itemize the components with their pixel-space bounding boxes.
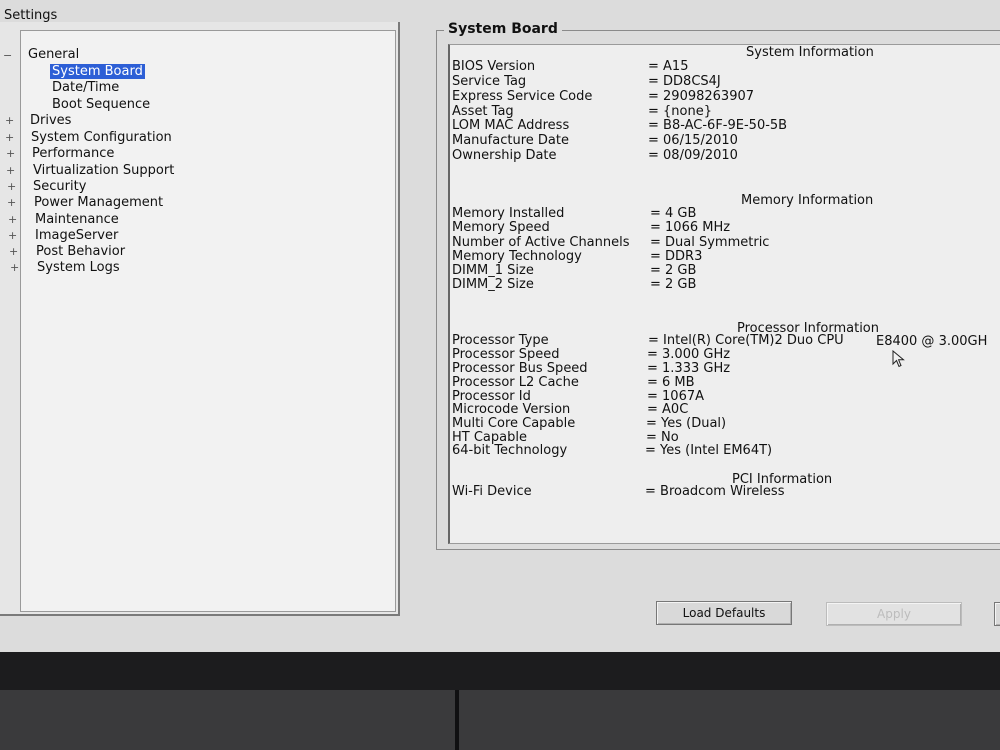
microcode-version-label: Microcode Version xyxy=(452,402,571,417)
processor-l2-cache-label: Processor L2 Cache xyxy=(452,375,579,390)
mouse-cursor-icon xyxy=(892,350,905,368)
tree-item-imageserver[interactable]: ImageServer xyxy=(35,228,118,243)
lom-mac-address-label: LOM MAC Address xyxy=(452,118,570,133)
dimm2-size-label: DIMM_2 Size xyxy=(452,277,534,292)
expand-icon[interactable]: + xyxy=(7,195,16,210)
memory-installed-label: Memory Installed xyxy=(452,206,565,221)
partial-button[interactable] xyxy=(994,602,1000,626)
processor-bus-speed-value: = 1.333 GHz xyxy=(647,361,731,376)
dimm1-size-label: DIMM_1 Size xyxy=(452,263,534,278)
tree-item-post-behavior[interactable]: Post Behavior xyxy=(36,244,125,259)
expand-icon[interactable]: + xyxy=(9,244,18,259)
processor-l2-cache-value: = 6 MB xyxy=(647,375,695,390)
tree-item-security[interactable]: Security xyxy=(33,179,86,194)
expand-icon[interactable]: + xyxy=(10,260,19,275)
tree-item-system-configuration[interactable]: System Configuration xyxy=(31,130,172,145)
active-channels-value: = Dual Symmetric xyxy=(650,235,770,250)
bios-screen: Settings − General System Board Date/Tim… xyxy=(0,0,1000,652)
tree-item-system-logs[interactable]: System Logs xyxy=(37,260,120,275)
processor-type-label: Processor Type xyxy=(452,333,549,348)
tree-item-general[interactable]: General xyxy=(28,47,79,62)
memory-speed-value: = 1066 MHz xyxy=(650,220,731,235)
tree-item-drives[interactable]: Drives xyxy=(30,113,71,128)
memory-technology-label: Memory Technology xyxy=(452,249,582,264)
desk-surface xyxy=(0,690,1000,750)
bios-version-value: = A15 xyxy=(648,59,689,74)
apply-button[interactable]: Apply xyxy=(826,602,962,626)
dimm1-size-value: = 2 GB xyxy=(650,263,697,278)
tree-item-performance[interactable]: Performance xyxy=(32,146,114,161)
expand-icon[interactable]: + xyxy=(6,146,15,161)
memory-info-heading: Memory Information xyxy=(741,193,874,208)
settings-title: Settings xyxy=(4,8,58,23)
service-tag-value: = DD8CS4J xyxy=(648,74,721,89)
manufacture-date-value: = 06/15/2010 xyxy=(648,133,738,148)
microcode-version-value: = A0C xyxy=(647,402,689,417)
active-channels-label: Number of Active Channels xyxy=(452,235,630,250)
multi-core-capable-value: = Yes (Dual) xyxy=(646,416,727,431)
dimm2-size-value: = 2 GB xyxy=(650,277,697,292)
asset-tag-value: = {none} xyxy=(648,104,712,119)
memory-speed-label: Memory Speed xyxy=(452,220,550,235)
expand-icon[interactable]: + xyxy=(6,163,15,178)
panel-title: System Board xyxy=(444,21,562,37)
ownership-date-value: = 08/09/2010 xyxy=(648,148,738,163)
tree-item-date-time[interactable]: Date/Time xyxy=(52,80,119,95)
expand-icon[interactable]: + xyxy=(8,228,17,243)
tree-item-virtualization-support[interactable]: Virtualization Support xyxy=(33,163,174,178)
express-service-code-label: Express Service Code xyxy=(452,89,593,104)
expand-icon[interactable]: + xyxy=(7,179,16,194)
processor-model-value: E8400 @ 3.00GH xyxy=(876,334,988,349)
asset-tag-label: Asset Tag xyxy=(452,104,514,119)
system-info-heading: System Information xyxy=(746,45,874,60)
service-tag-label: Service Tag xyxy=(452,74,527,89)
manufacture-date-label: Manufacture Date xyxy=(452,133,569,148)
load-defaults-button[interactable]: Load Defaults xyxy=(656,601,792,625)
collapse-icon[interactable]: − xyxy=(3,48,12,63)
memory-technology-value: = DDR3 xyxy=(650,249,703,264)
wifi-device-label: Wi-Fi Device xyxy=(452,484,532,499)
wifi-device-value: = Broadcom Wireless xyxy=(645,484,785,499)
tree-item-power-management[interactable]: Power Management xyxy=(34,195,163,210)
64bit-technology-label: 64-bit Technology xyxy=(452,443,568,458)
bios-version-label: BIOS Version xyxy=(452,59,536,74)
processor-speed-value: = 3.000 GHz xyxy=(647,347,731,362)
expand-icon[interactable]: + xyxy=(5,113,14,128)
expand-icon[interactable]: + xyxy=(8,212,17,227)
expand-icon[interactable]: + xyxy=(5,130,14,145)
processor-type-value: = Intel(R) Core(TM)2 Duo CPU xyxy=(648,333,844,348)
lom-mac-address-value: = B8-AC-6F-9E-50-5B xyxy=(648,118,788,133)
settings-tree[interactable] xyxy=(20,30,396,612)
ownership-date-label: Ownership Date xyxy=(452,148,557,163)
multi-core-capable-label: Multi Core Capable xyxy=(452,416,576,431)
memory-installed-value: = 4 GB xyxy=(650,206,697,221)
tree-item-system-board[interactable]: System Board xyxy=(50,64,145,79)
tree-item-boot-sequence[interactable]: Boot Sequence xyxy=(52,97,150,112)
express-service-code-value: = 29098263907 xyxy=(648,89,755,104)
processor-speed-label: Processor Speed xyxy=(452,347,560,362)
64bit-technology-value: = Yes (Intel EM64T) xyxy=(645,443,773,458)
cable xyxy=(455,690,459,750)
tree-item-maintenance[interactable]: Maintenance xyxy=(35,212,119,227)
processor-bus-speed-label: Processor Bus Speed xyxy=(452,361,588,376)
